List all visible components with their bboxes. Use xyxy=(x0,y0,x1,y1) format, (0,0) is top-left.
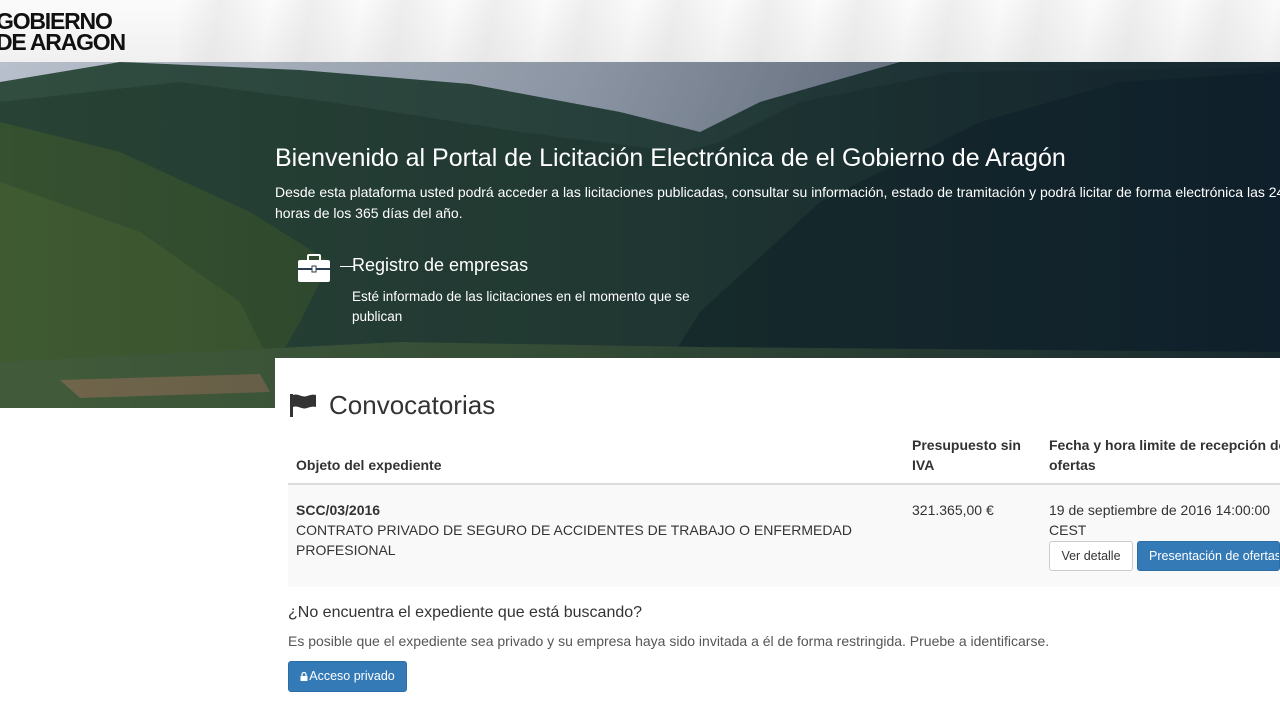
flag-icon xyxy=(290,394,316,417)
acceso-privado-button[interactable]: Acceso privado xyxy=(288,661,407,692)
acceso-privado-label: Acceso privado xyxy=(309,669,395,683)
briefcase-icon xyxy=(298,254,330,282)
registro-empresas-title[interactable]: Registro de empresas xyxy=(352,255,528,276)
logo-line-2: DE ARAGON xyxy=(0,29,126,55)
column-header-fecha: Fecha y hora limite de recepción de ofer… xyxy=(1049,437,1280,473)
header-background-pattern xyxy=(180,0,1280,62)
hero-banner: Bienvenido al Portal de Licitación Elect… xyxy=(0,62,1280,408)
top-header: GOBIERNO DE ARAGON xyxy=(0,0,1280,62)
expediente-description: CONTRATO PRIVADO DE SEGURO DE ACCIDENTES… xyxy=(296,522,852,558)
lock-icon xyxy=(300,672,308,681)
ver-detalle-button[interactable]: Ver detalle xyxy=(1049,541,1133,571)
gobierno-aragon-logo[interactable]: GOBIERNO DE ARAGON xyxy=(0,10,126,55)
registro-empresas-description: Esté informado de las licitaciones en el… xyxy=(352,289,690,324)
hero-title: Bienvenido al Portal de Licitación Elect… xyxy=(275,144,1066,172)
convocatorias-panel: Convocatorias Objeto del expediente Pres… xyxy=(275,358,1280,720)
fecha-limite-value: 19 de septiembre de 2016 14:00:00 CEST xyxy=(1049,502,1271,538)
presupuesto-value: 321.365,00 € xyxy=(912,502,994,518)
column-header-presupuesto: Presupuesto sin IVA xyxy=(912,437,1021,473)
convocatorias-title: Convocatorias xyxy=(329,390,496,420)
mountain-landscape-image xyxy=(0,62,1280,408)
expediente-code: SCC/03/2016 xyxy=(296,502,381,518)
presentacion-ofertas-button[interactable]: Presentación de ofertas xyxy=(1137,541,1280,571)
not-found-question: ¿No encuentra el expediente que está bus… xyxy=(288,604,643,621)
hero-description: Desde esta plataforma usted podrá accede… xyxy=(275,184,1280,221)
not-found-description: Es posible que el expediente sea privado… xyxy=(288,633,1050,649)
column-header-objeto: Objeto del expediente xyxy=(296,457,442,473)
table-row: SCC/03/2016 CONTRATO PRIVADO DE SEGURO D… xyxy=(288,485,1280,587)
